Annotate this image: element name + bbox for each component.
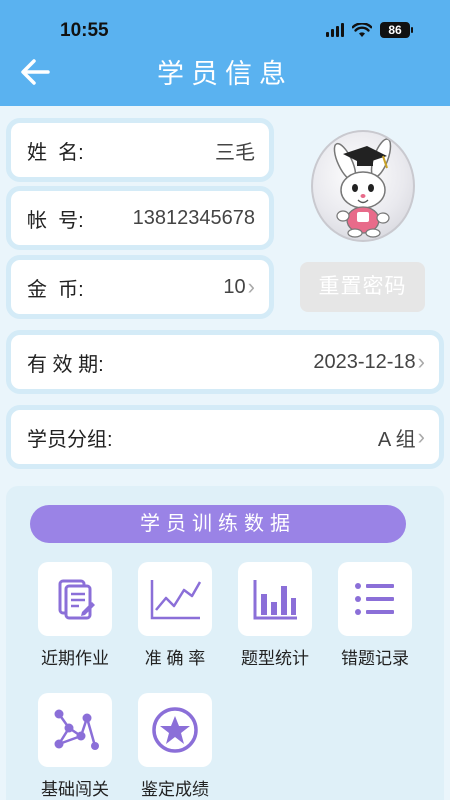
coins-label: 金 币: [27, 278, 84, 301]
group-value: A 组 [377, 428, 416, 451]
reset-password-button[interactable]: 重置密码 [300, 262, 425, 312]
tile-accuracy[interactable]: 准 确 率 [125, 562, 225, 669]
nodes-graph-icon [54, 709, 99, 750]
coins-value: 10 [223, 275, 246, 298]
coins-row[interactable]: 金 币: 10 › [6, 255, 274, 319]
tile-label: 近期作业 [41, 649, 109, 668]
account-row[interactable]: 帐 号: 13812345678 [6, 186, 274, 250]
document-edit-icon [58, 579, 95, 620]
tile-assessment-results[interactable]: 鉴定成绩 [125, 693, 225, 800]
chevron-right-icon: › [417, 349, 425, 374]
signal-icon [326, 23, 344, 37]
star-icon [152, 707, 198, 753]
battery-icon: 86 [380, 22, 413, 38]
name-value: 三毛 [215, 141, 255, 164]
avatar[interactable] [311, 130, 415, 242]
rabbit-avatar-icon [333, 138, 392, 238]
tile-basic-levels[interactable]: 基础闯关 [25, 693, 125, 800]
training-title: 学员训练数据 [30, 505, 406, 543]
header-bar: 10:55 86 学员信息 [0, 0, 450, 106]
group-label: 学员分组: [27, 428, 113, 451]
tile-recent-homework[interactable]: 近期作业 [25, 562, 125, 669]
tile-label: 题型统计 [241, 649, 309, 668]
tile-question-type-stats[interactable]: 题型统计 [225, 562, 325, 669]
status-time: 10:55 [60, 20, 109, 41]
bar-chart-icon [253, 580, 297, 620]
page-title: 学员信息 [157, 59, 293, 89]
wifi-icon [352, 22, 372, 37]
account-value: 13812345678 [132, 206, 255, 229]
tile-label: 基础闯关 [41, 780, 109, 799]
validity-value: 2023-12-18 [313, 350, 416, 373]
status-icons: 86 [326, 20, 413, 40]
status-bar: 10:55 86 [0, 0, 450, 46]
tile-label: 准 确 率 [144, 649, 206, 668]
line-chart-icon [150, 580, 202, 620]
tile-label: 错题记录 [341, 649, 409, 668]
list-icon [355, 583, 394, 615]
validity-label: 有 效 期: [27, 353, 104, 376]
tile-wrong-questions[interactable]: 错题记录 [325, 562, 425, 669]
group-row[interactable]: 学员分组: A 组 › [6, 405, 444, 469]
account-label: 帐 号: [27, 209, 84, 232]
name-row[interactable]: 姓 名: 三毛 [6, 118, 274, 182]
name-label: 姓 名: [27, 141, 84, 164]
validity-row[interactable]: 有 效 期: 2023-12-18 › [6, 330, 444, 394]
chevron-right-icon: › [247, 274, 255, 299]
chevron-right-icon: › [417, 424, 425, 449]
tile-label: 鉴定成绩 [141, 780, 209, 799]
